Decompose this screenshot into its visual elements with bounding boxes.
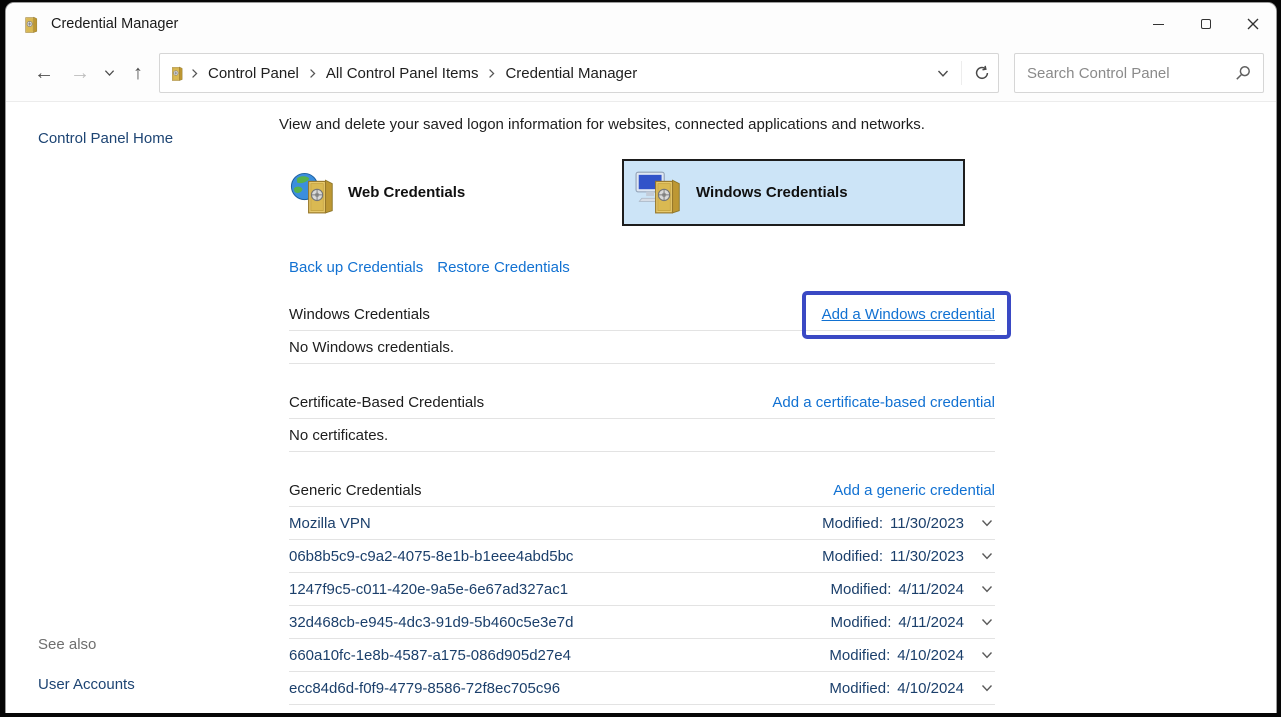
app-vault-icon: [23, 16, 40, 33]
section-title: Generic Credentials: [289, 482, 422, 499]
modified-date: 4/10/2024: [897, 647, 964, 664]
chevron-right-icon: [303, 68, 322, 79]
modified-date: 11/30/2023: [890, 515, 964, 532]
search-icon[interactable]: [1235, 65, 1251, 81]
restore-credentials-link[interactable]: Restore Credentials: [437, 259, 570, 276]
recent-pages-dropdown[interactable]: [98, 65, 121, 81]
modified-label: Modified:: [831, 614, 892, 631]
credential-name: ecc84d6d-f0f9-4779-8586-72f8ec705c96: [289, 680, 560, 697]
empty-message: No Windows credentials.: [289, 339, 454, 356]
close-icon: [1247, 18, 1259, 30]
credential-tabs: Web Credentials Windows Credentials: [279, 159, 995, 226]
expand-chevron-icon[interactable]: [981, 552, 993, 560]
empty-message: No certificates.: [289, 427, 388, 444]
credential-row[interactable]: 1247f9c5-c011-420e-9a5e-6e67ad327ac1 Mod…: [289, 573, 995, 605]
chevron-right-icon: [185, 68, 204, 79]
main-area: Control Panel Home See also User Account…: [6, 102, 1276, 713]
backup-credentials-link[interactable]: Back up Credentials: [289, 259, 423, 276]
section-certificate-based-credentials: Certificate-Based Credentials Add a cert…: [289, 386, 995, 452]
tab-web-credentials[interactable]: Web Credentials: [289, 159, 622, 226]
expand-chevron-icon[interactable]: [981, 684, 993, 692]
breadcrumb-credential-manager[interactable]: Credential Manager: [501, 65, 641, 82]
window-controls: [1135, 3, 1276, 45]
modified-date: 4/10/2024: [897, 680, 964, 697]
modified-date: Today: [924, 713, 964, 714]
web-credentials-icon: [289, 167, 339, 219]
breadcrumb-all-control-panel-items[interactable]: All Control Panel Items: [322, 65, 483, 82]
modified-label: Modified:: [829, 680, 890, 697]
refresh-icon: [974, 65, 990, 81]
section-title: Windows Credentials: [289, 306, 430, 323]
tab-label: Windows Credentials: [696, 184, 848, 201]
sidebar-see-also-group: See also User Accounts: [38, 636, 279, 694]
credential-name: MicrosoftAccount:user=raistark37@outlook…: [289, 713, 608, 714]
credential-name: 32d468cb-e945-4dc3-91d9-5b460c5e3e7d: [289, 614, 573, 631]
minimize-button[interactable]: [1135, 3, 1182, 45]
address-dropdown-button[interactable]: [937, 69, 949, 78]
sidebar-item-control-panel-home[interactable]: Control Panel Home: [38, 130, 279, 147]
sidebar-item-user-accounts[interactable]: User Accounts: [38, 676, 135, 693]
chevron-down-icon: [937, 69, 949, 78]
modified-date: 4/11/2024: [898, 581, 964, 598]
tab-label: Web Credentials: [348, 184, 465, 201]
close-button[interactable]: [1229, 3, 1276, 45]
refresh-button[interactable]: [974, 65, 990, 81]
see-also-label: See also: [38, 636, 279, 653]
credential-name: 660a10fc-1e8b-4587-a175-086d905d27e4: [289, 647, 571, 664]
section-generic-credentials: Generic Credentials Add a generic creden…: [289, 474, 995, 713]
breadcrumb-control-panel[interactable]: Control Panel: [204, 65, 303, 82]
credential-manager-window: Credential Manager ← → ↑ Control Panel A…: [5, 2, 1277, 713]
tab-windows-credentials[interactable]: Windows Credentials: [622, 159, 965, 226]
section-title: Certificate-Based Credentials: [289, 394, 484, 411]
credential-name: 1247f9c5-c011-420e-9a5e-6e67ad327ac1: [289, 581, 568, 598]
address-bar[interactable]: Control Panel All Control Panel Items Cr…: [159, 53, 999, 93]
credential-row[interactable]: MicrosoftAccount:user=raistark37@outlook…: [289, 705, 995, 713]
divider: [961, 61, 962, 85]
maximize-icon: [1201, 19, 1211, 29]
section-windows-credentials: Windows Credentials Add a Windows creden…: [289, 298, 995, 364]
windows-credentials-icon: [635, 166, 687, 220]
modified-date: 4/11/2024: [898, 614, 964, 631]
chevron-right-icon: [482, 68, 501, 79]
window-title: Credential Manager: [51, 16, 178, 32]
expand-chevron-icon[interactable]: [981, 585, 993, 593]
add-generic-credential-link[interactable]: Add a generic credential: [833, 482, 995, 499]
add-windows-credential-link[interactable]: Add a Windows credential: [822, 306, 995, 323]
modified-label: Modified:: [822, 515, 883, 532]
content-area: View and delete your saved logon informa…: [279, 102, 995, 713]
up-button[interactable]: ↑: [125, 59, 151, 87]
maximize-button[interactable]: [1182, 3, 1229, 45]
credential-row[interactable]: 32d468cb-e945-4dc3-91d9-5b460c5e3e7d Mod…: [289, 606, 995, 638]
credential-row[interactable]: 660a10fc-1e8b-4587-a175-086d905d27e4 Mod…: [289, 639, 995, 671]
modified-label: Modified:: [856, 713, 917, 714]
modified-date: 11/30/2023: [890, 548, 964, 565]
add-certificate-based-credential-link[interactable]: Add a certificate-based credential: [772, 394, 995, 411]
divider: [289, 451, 995, 452]
minimize-icon: [1153, 24, 1164, 25]
expand-chevron-icon[interactable]: [981, 618, 993, 626]
page-description: View and delete your saved logon informa…: [279, 116, 995, 133]
credential-name: 06b8b5c9-c9a2-4075-8e1b-b1eee4abd5bc: [289, 548, 573, 565]
chevron-down-icon: [104, 69, 115, 77]
credential-name: Mozilla VPN: [289, 515, 371, 532]
sidebar: Control Panel Home See also User Account…: [6, 102, 279, 713]
modified-label: Modified:: [829, 647, 890, 664]
forward-button[interactable]: →: [62, 59, 98, 87]
search-box: [1014, 53, 1264, 93]
search-input[interactable]: [1015, 65, 1235, 82]
back-button[interactable]: ←: [26, 59, 62, 87]
divider: [289, 363, 995, 364]
modified-label: Modified:: [831, 581, 892, 598]
credential-row[interactable]: Mozilla VPN Modified: 11/30/2023: [289, 507, 995, 539]
credential-actions: Back up Credentials Restore Credentials: [289, 259, 995, 276]
title-bar: Credential Manager: [6, 3, 1276, 45]
credential-row[interactable]: ecc84d6d-f0f9-4779-8586-72f8ec705c96 Mod…: [289, 672, 995, 704]
expand-chevron-icon[interactable]: [981, 519, 993, 527]
expand-chevron-icon[interactable]: [981, 651, 993, 659]
modified-label: Modified:: [822, 548, 883, 565]
navigation-bar: ← → ↑ Control Panel All Control Panel It…: [6, 45, 1276, 102]
credential-row[interactable]: 06b8b5c9-c9a2-4075-8e1b-b1eee4abd5bc Mod…: [289, 540, 995, 572]
address-vault-icon: [170, 66, 185, 81]
